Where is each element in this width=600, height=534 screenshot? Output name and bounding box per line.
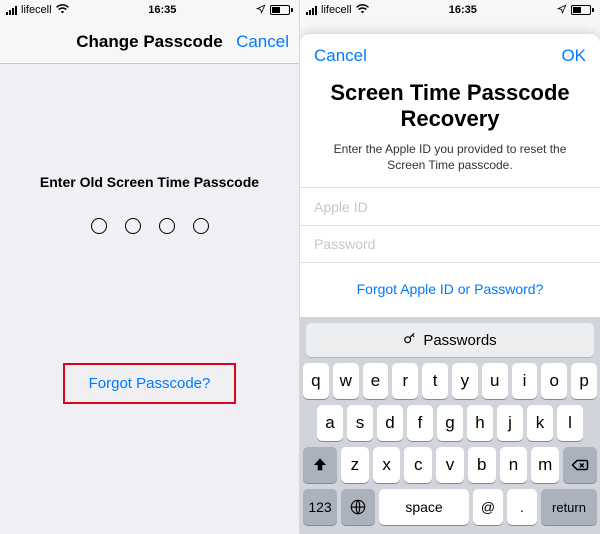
passcode-prompt: Enter Old Screen Time Passcode — [0, 174, 299, 190]
clock-label: 16:35 — [148, 4, 176, 16]
forgot-apple-id-link[interactable]: Forgot Apple ID or Password? — [300, 263, 600, 315]
location-icon — [256, 4, 266, 17]
apple-id-placeholder: Apple ID — [314, 199, 368, 215]
keyboard-row: zxcvbnm — [303, 447, 597, 483]
sheet-nav-bar: Cancel OK — [300, 34, 600, 78]
password-field[interactable]: Password — [300, 225, 600, 263]
at-key[interactable]: @ — [473, 489, 503, 525]
cancel-button[interactable]: Cancel — [236, 32, 289, 52]
password-placeholder: Password — [314, 236, 375, 252]
page-title: Change Passcode — [76, 32, 222, 52]
backspace-key[interactable] — [563, 447, 597, 483]
letter-key-c[interactable]: c — [404, 447, 432, 483]
signal-icon — [6, 6, 17, 15]
apple-id-field[interactable]: Apple ID — [300, 187, 600, 225]
return-key[interactable]: return — [541, 489, 597, 525]
letter-key-j[interactable]: j — [497, 405, 523, 441]
letter-key-o[interactable]: o — [541, 363, 567, 399]
letter-key-d[interactable]: d — [377, 405, 403, 441]
nav-bar: Change Passcode Cancel — [0, 20, 299, 64]
status-bar: lifecell 16:35 — [0, 0, 299, 20]
battery-icon — [270, 5, 293, 15]
letter-key-u[interactable]: u — [482, 363, 508, 399]
letter-key-q[interactable]: q — [303, 363, 329, 399]
key-icon — [403, 331, 417, 349]
letter-key-l[interactable]: l — [557, 405, 583, 441]
passcode-dot — [125, 218, 141, 234]
letter-key-r[interactable]: r — [392, 363, 418, 399]
letter-key-y[interactable]: y — [452, 363, 478, 399]
shift-key[interactable] — [303, 447, 337, 483]
keyboard-row: 123 space @ . return — [303, 489, 597, 525]
keyboard-row: asdfghjkl — [303, 405, 597, 441]
numbers-key[interactable]: 123 — [303, 489, 337, 525]
screen-recovery: lifecell 16:35 Change Passcode Cancel OK… — [300, 0, 600, 534]
passcode-dots[interactable] — [0, 218, 299, 234]
screen-change-passcode: lifecell 16:35 Change Passcode Cancel En… — [0, 0, 300, 534]
letter-key-a[interactable]: a — [317, 405, 343, 441]
passwords-suggestion[interactable]: Passwords — [306, 323, 594, 357]
dot-key[interactable]: . — [507, 489, 537, 525]
passcode-dot — [91, 218, 107, 234]
signal-icon — [306, 6, 317, 15]
letter-key-m[interactable]: m — [531, 447, 559, 483]
highlight-box: Forgot Passcode? — [63, 363, 237, 404]
letter-key-x[interactable]: x — [373, 447, 401, 483]
passcode-dot — [159, 218, 175, 234]
wifi-icon — [56, 4, 69, 17]
sheet-title: Screen Time Passcode Recovery — [300, 78, 600, 141]
location-icon — [557, 4, 567, 17]
status-bar: lifecell 16:35 — [300, 0, 600, 20]
letter-key-z[interactable]: z — [341, 447, 369, 483]
letter-key-g[interactable]: g — [437, 405, 463, 441]
carrier-label: lifecell — [21, 4, 52, 16]
letter-key-f[interactable]: f — [407, 405, 433, 441]
letter-key-s[interactable]: s — [347, 405, 373, 441]
passcode-dot — [193, 218, 209, 234]
sheet-subtitle: Enter the Apple ID you provided to reset… — [300, 141, 600, 187]
letter-key-k[interactable]: k — [527, 405, 553, 441]
battery-icon — [571, 5, 594, 15]
globe-key[interactable] — [341, 489, 375, 525]
letter-key-n[interactable]: n — [500, 447, 528, 483]
forgot-passcode-link[interactable]: Forgot Passcode? — [89, 375, 211, 392]
passwords-label: Passwords — [423, 332, 496, 349]
carrier-label: lifecell — [321, 4, 352, 16]
letter-key-p[interactable]: p — [571, 363, 597, 399]
keyboard-row: qwertyuiop — [303, 363, 597, 399]
letter-key-h[interactable]: h — [467, 405, 493, 441]
letter-key-w[interactable]: w — [333, 363, 359, 399]
letter-key-i[interactable]: i — [512, 363, 538, 399]
letter-key-e[interactable]: e — [363, 363, 389, 399]
wifi-icon — [356, 4, 369, 17]
keyboard: Passwords qwertyuiop asdfghjkl zxcvbnm 1… — [300, 317, 600, 534]
cancel-button[interactable]: Cancel — [314, 46, 367, 66]
letter-key-t[interactable]: t — [422, 363, 448, 399]
clock-label: 16:35 — [449, 4, 477, 16]
ok-button[interactable]: OK — [561, 46, 586, 66]
recovery-sheet: Cancel OK Screen Time Passcode Recovery … — [300, 34, 600, 534]
space-key[interactable]: space — [379, 489, 469, 525]
letter-key-b[interactable]: b — [468, 447, 496, 483]
letter-key-v[interactable]: v — [436, 447, 464, 483]
